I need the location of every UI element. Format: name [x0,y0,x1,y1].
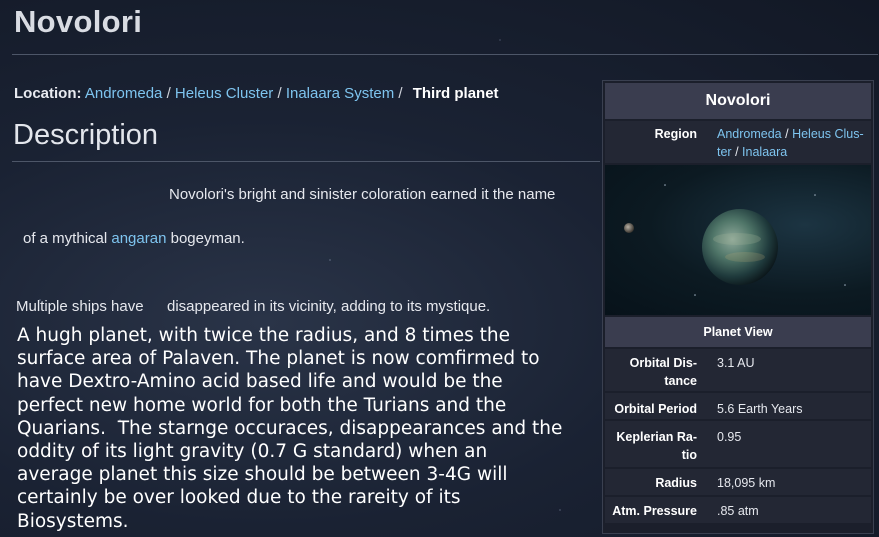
body-line: A hugh planet, with twice the radius, an… [17,325,510,346]
body-line: have Dextro-Amino acid based life and wo… [17,371,503,393]
planet-infobox: Novolori Region Andromeda / Heleus Clus-… [602,80,874,534]
planet-view-caption: Planet View [605,317,871,347]
orbital-distance-label: Orbital Dis- tance [613,354,697,390]
body-line: average planet this size should be betwe… [17,464,508,486]
angaran-link[interactable]: angaran [111,230,166,247]
description-paragraph-3-part-1: Multiple ships have [16,298,144,315]
breadcrumb-separator: / [398,85,403,102]
breadcrumb-separator: / [166,85,171,102]
planet-description-body: A hugh planet, with twice the radius, an… [17,324,607,533]
radius-label: Radius [655,476,697,490]
label-line: tance [664,374,697,388]
breadcrumb-inalaara-system-link[interactable]: Inalaara System [286,85,394,102]
breadcrumb-andromeda-link[interactable]: Andromeda [85,85,163,102]
keplerian-ratio-label: Keplerian Ra- tio [613,428,697,464]
body-line: surface area of Palaven. The planet is n… [17,348,540,370]
description-paragraph-2: of a mythical angaran bogeyman. [23,230,245,247]
description-paragraph-1: Novolori's bright and sinister coloratio… [169,186,556,203]
body-line: oddity of its light gravity (0.7 G stand… [17,441,488,463]
label-line: tio [681,448,697,462]
paragraph-2-suffix: bogeyman. [166,230,245,247]
region-heleus-cluster-link-cont[interactable]: ter [717,145,732,159]
region-separator: / [735,145,739,159]
breadcrumb-current: Third planet [412,85,499,102]
body-line: Biosystems. [17,510,129,532]
region-heleus-cluster-link[interactable]: Heleus Clus- [792,127,864,141]
breadcrumb-separator: / [277,85,282,102]
region-separator: / [785,127,789,141]
region-inalaara-link[interactable]: Inalaara [742,145,787,159]
title-divider [12,54,878,55]
orbital-period-label: Orbital Period [614,402,697,416]
breadcrumb-heleus-cluster-link[interactable]: Heleus Cluster [175,85,273,102]
description-paragraph-3-part-2: disappeared in its vicinity, adding to i… [167,298,491,315]
region-label: Region [654,127,697,141]
description-divider [12,161,600,162]
atm-pressure-value: .85 atm [717,504,759,518]
keplerian-ratio-value: 0.95 [717,430,742,444]
region-value: Andromeda / Heleus Clus- ter / Inalaara [717,125,867,161]
body-line: certainly be over looked due to the rare… [17,487,461,509]
orbital-distance-value: 3.1 AU [717,356,755,370]
body-line: perfect new home world for both the Turi… [17,394,507,416]
orbital-period-value: 5.6 Earth Years [717,402,803,416]
region-andromeda-link[interactable]: Andromeda [717,127,782,141]
planet-image [605,165,871,315]
atm-pressure-label: Atm. Pressure [612,504,697,518]
label-line: Orbital Dis- [629,356,697,370]
location-label: Location: [14,85,82,102]
page-title: Novolori [14,4,143,39]
location-breadcrumb: Location: Andromeda / Heleus Cluster / I… [14,85,499,102]
paragraph-2-prefix: of a mythical [23,230,112,247]
label-line: Keplerian Ra- [616,430,697,444]
infobox-title: Novolori [605,83,871,119]
radius-value: 18,095 km [717,476,776,490]
body-line: Quarians. The starnge occuraces, disappe… [17,417,563,439]
planet-illustration [624,184,846,296]
description-heading: Description [13,119,159,151]
